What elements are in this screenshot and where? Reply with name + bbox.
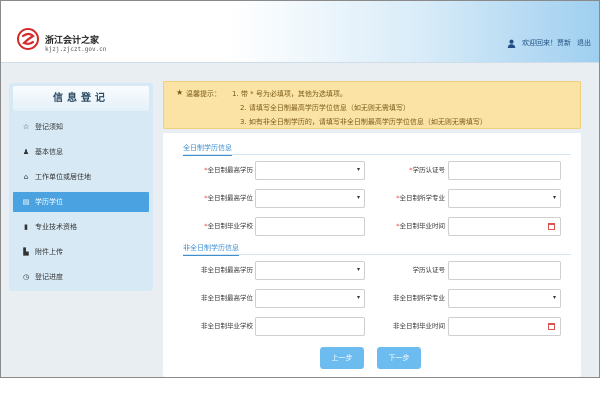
notice-label: 温馨提示： bbox=[186, 90, 221, 98]
fulltime-degree-label: *全日制最高学位 bbox=[204, 194, 253, 202]
welcome-text: 欢迎回来！贾新 bbox=[522, 39, 571, 47]
sidebar-item-progress[interactable]: ◷ 登记进度 bbox=[13, 267, 149, 287]
sidebar-item-education[interactable]: ▤ 学历学位 bbox=[13, 192, 149, 212]
fulltime-education-label: *全日制最高学历 bbox=[204, 166, 253, 174]
fulltime-grad-time-input[interactable] bbox=[448, 217, 561, 236]
star-icon: ☆ bbox=[22, 123, 30, 131]
sidebar-item-work-unit[interactable]: ⌂ 工作单位或居住地 bbox=[13, 167, 149, 187]
parttime-cert-input[interactable] bbox=[448, 261, 561, 280]
fulltime-education-select[interactable]: ▾ bbox=[255, 161, 365, 180]
sidebar-item-label: 基本信息 bbox=[35, 148, 63, 156]
education-form: 全日制学历信息 *全日制最高学历 ▾ *学历认证号 *全日制最高学位 ▾ *全日… bbox=[163, 133, 581, 377]
home-icon: ⌂ bbox=[23, 173, 29, 181]
parttime-grad-time-input[interactable] bbox=[448, 317, 561, 336]
sidebar-item-label: 工作单位或居住地 bbox=[35, 173, 91, 181]
sidebar-item-registration-notice[interactable]: ☆ 登记须知 bbox=[13, 117, 149, 137]
sidebar-item-attachments[interactable]: ▙ 附件上传 bbox=[13, 242, 149, 262]
logout-link[interactable]: 退出 bbox=[577, 38, 591, 48]
username[interactable]: 贾新 bbox=[557, 39, 571, 47]
user-area: 欢迎回来！贾新 退出 bbox=[507, 38, 591, 48]
app-window: 浙江会计之家 kjzj.zjczt.gov.cn 欢迎回来！贾新 退出 信息登记… bbox=[0, 0, 600, 378]
fulltime-cert-input[interactable] bbox=[448, 161, 561, 180]
parttime-major-select[interactable]: ▾ bbox=[448, 289, 561, 308]
sidebar-item-label: 登记进度 bbox=[35, 273, 63, 281]
sidebar-title: 信息登记 bbox=[13, 86, 149, 111]
fulltime-cert-label: *学历认证号 bbox=[409, 166, 445, 174]
sidebar-item-basic-info[interactable]: ♟ 基本信息 bbox=[13, 142, 149, 162]
sidebar-item-professional-qualification[interactable]: ▮ 专业技术资格 bbox=[13, 217, 149, 237]
parttime-degree-select[interactable]: ▾ bbox=[255, 289, 365, 308]
fulltime-school-input[interactable] bbox=[255, 217, 365, 236]
section-divider bbox=[183, 254, 571, 255]
parttime-school-input[interactable] bbox=[255, 317, 365, 336]
notice-line: 2. 请填写全日制最高学历学位信息（如无则无需填写） bbox=[240, 104, 410, 112]
next-step-button[interactable]: 下一步 bbox=[377, 347, 421, 369]
parttime-degree-label: 非全日制最高学位 bbox=[201, 294, 253, 302]
fulltime-grad-time-label: *全日制毕业时间 bbox=[396, 222, 445, 230]
book-icon: ▮ bbox=[24, 223, 28, 231]
user-icon bbox=[507, 39, 516, 48]
sidebar-item-label: 附件上传 bbox=[35, 248, 63, 256]
site-logo[interactable] bbox=[17, 28, 39, 50]
previous-step-button[interactable]: 上一步 bbox=[320, 347, 364, 369]
list-icon: ▤ bbox=[22, 198, 30, 206]
fulltime-major-label: *全日制所学专业 bbox=[396, 194, 445, 202]
parttime-education-select[interactable]: ▾ bbox=[255, 261, 365, 280]
site-name: 浙江会计之家 bbox=[45, 36, 100, 46]
file-icon: ▙ bbox=[23, 248, 29, 256]
site-url: kjzj.zjczt.gov.cn bbox=[45, 46, 107, 53]
parttime-major-label: 非全日制所学专业 bbox=[393, 294, 445, 302]
caret-down-icon: ▾ bbox=[552, 294, 556, 301]
section-divider bbox=[183, 154, 571, 155]
notice-line: 3. 如有非全日制学历的，请填写非全日制最高学历学位信息（如无则无需填写） bbox=[240, 118, 487, 126]
sidebar-item-label: 学历学位 bbox=[35, 198, 63, 206]
calendar-icon[interactable] bbox=[548, 223, 555, 230]
tips-notice: ★ 温馨提示： 1. 带 * 号为必填项，其他为选填项。 2. 请填写全日制最高… bbox=[163, 81, 581, 129]
fulltime-school-label: *全日制毕业学校 bbox=[204, 222, 253, 230]
caret-down-icon: ▾ bbox=[552, 194, 556, 201]
star-icon: ★ bbox=[176, 88, 184, 97]
calendar-icon[interactable] bbox=[548, 323, 555, 330]
parttime-grad-time-label: 非全日制毕业时间 bbox=[393, 322, 445, 330]
sidebar: 信息登记 ☆ 登记须知 ♟ 基本信息 ⌂ 工作单位或居住地 ▤ 学历学位 ▮ 专… bbox=[9, 83, 153, 291]
clock-icon: ◷ bbox=[22, 273, 30, 281]
notice-line: 1. 带 * 号为必填项，其他为选填项。 bbox=[232, 90, 347, 98]
parttime-education-label: 非全日制最高学历 bbox=[201, 266, 253, 274]
site-header: 浙江会计之家 kjzj.zjczt.gov.cn 欢迎回来！贾新 退出 bbox=[1, 1, 599, 63]
fulltime-major-select[interactable]: ▾ bbox=[448, 189, 561, 208]
sidebar-item-label: 登记须知 bbox=[35, 123, 63, 131]
user-icon: ♟ bbox=[22, 148, 30, 156]
fulltime-degree-select[interactable]: ▾ bbox=[255, 189, 365, 208]
parttime-school-label: 非全日制毕业学校 bbox=[201, 322, 253, 330]
parttime-cert-label: 学历认证号 bbox=[412, 266, 446, 274]
sidebar-item-label: 专业技术资格 bbox=[35, 223, 77, 231]
